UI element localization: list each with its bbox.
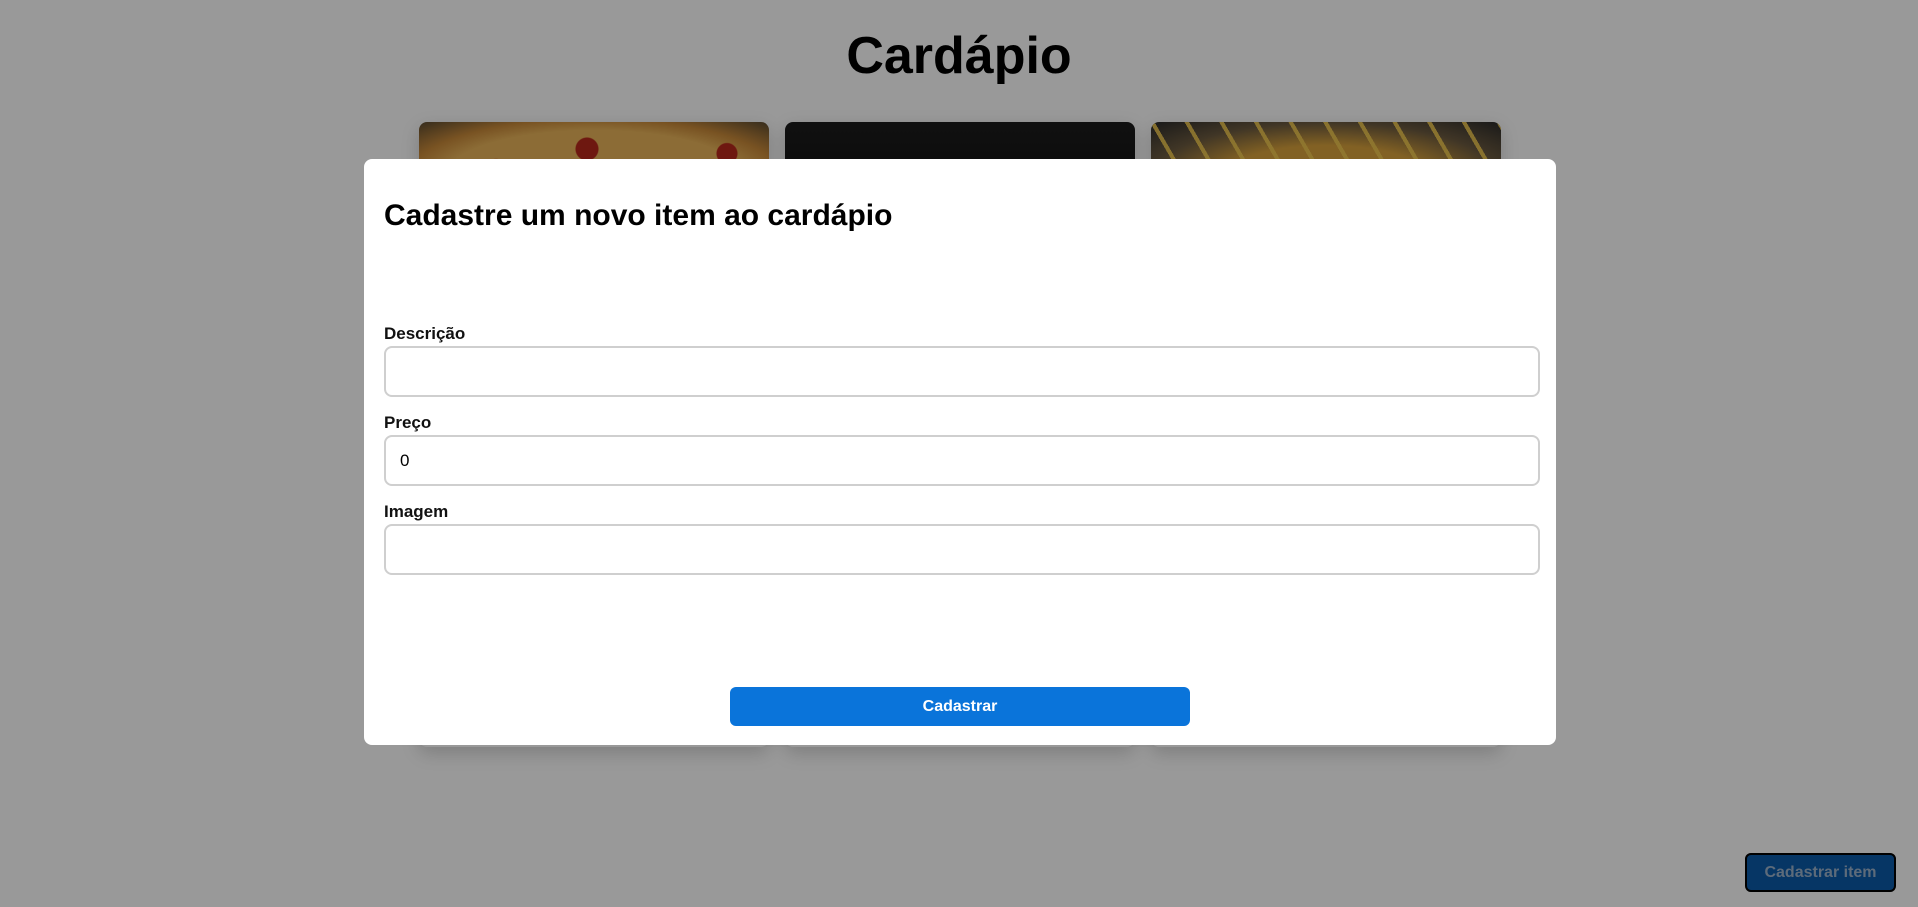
image-url-input[interactable] [384,524,1540,575]
modal-title: Cadastre um novo item ao cardápio [384,199,893,232]
description-input[interactable] [384,346,1540,397]
description-label: Descrição [384,324,466,343]
add-item-button[interactable]: Cadastrar item [1745,853,1896,892]
price-input[interactable] [384,435,1540,486]
price-label: Preço [384,413,432,432]
new-item-modal: Cadastre um novo item ao cardápio Descri… [364,159,1556,745]
submit-button[interactable]: Cadastrar [730,687,1190,726]
image-label: Imagem [384,502,449,521]
